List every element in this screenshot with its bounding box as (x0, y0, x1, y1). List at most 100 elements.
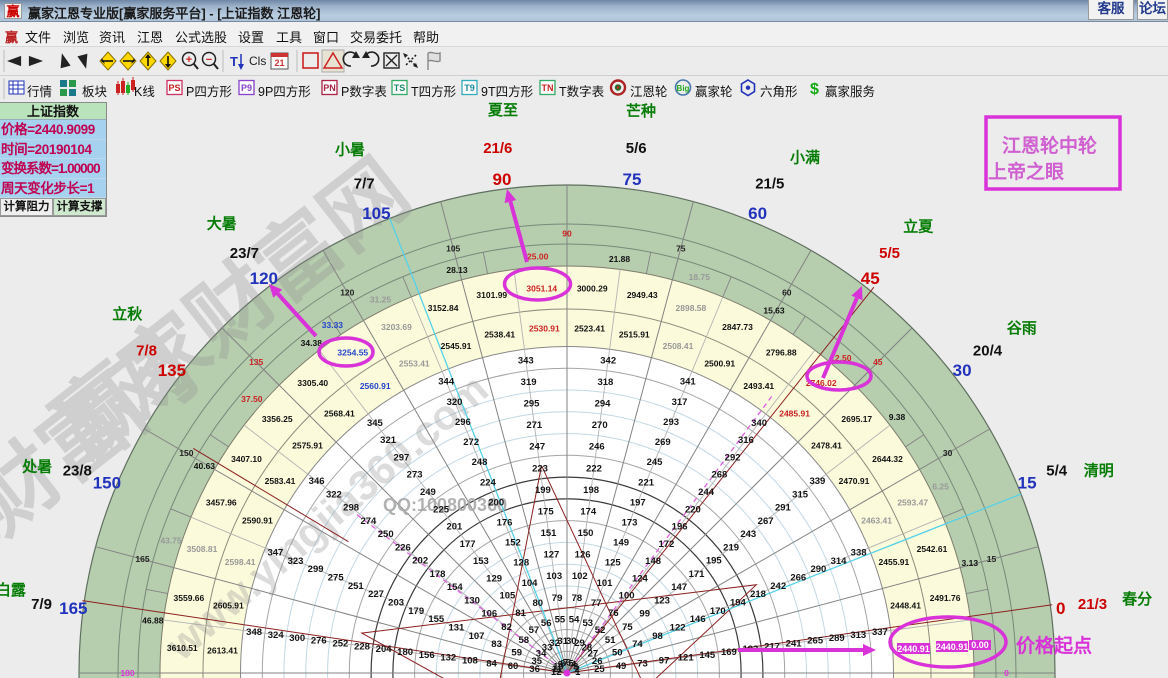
svg-text:3407.10: 3407.10 (231, 454, 262, 464)
svg-text:324: 324 (268, 630, 285, 641)
svg-text:289: 289 (829, 633, 845, 644)
svg-text:320: 320 (447, 397, 463, 408)
svg-text:2575.91: 2575.91 (292, 440, 323, 450)
svg-text:104: 104 (522, 578, 539, 589)
svg-text:芒种: 芒种 (626, 102, 656, 120)
svg-text:12: 12 (551, 667, 562, 678)
svg-text:228: 228 (354, 641, 370, 652)
svg-text:2478.41: 2478.41 (811, 440, 842, 450)
svg-text:30: 30 (953, 361, 972, 380)
svg-text:340: 340 (751, 418, 767, 429)
svg-text:43.75: 43.75 (160, 536, 182, 546)
svg-text:276: 276 (311, 636, 327, 647)
svg-text:323: 323 (288, 556, 304, 567)
svg-text:3254.55: 3254.55 (337, 347, 368, 357)
svg-text:299: 299 (308, 564, 324, 575)
svg-text:20/4: 20/4 (973, 343, 1003, 360)
svg-text:173: 173 (622, 518, 638, 529)
svg-text:222: 222 (586, 463, 602, 474)
svg-text:74: 74 (632, 639, 643, 650)
svg-text:269: 269 (655, 437, 671, 448)
svg-text:小满: 小满 (790, 148, 820, 166)
svg-text:2568.41: 2568.41 (324, 408, 355, 418)
svg-text:37.50: 37.50 (241, 394, 263, 404)
svg-text:294: 294 (595, 399, 612, 410)
svg-text:0: 0 (1004, 668, 1009, 678)
svg-text:344: 344 (438, 377, 455, 388)
svg-text:219: 219 (723, 542, 739, 553)
svg-text:0.00: 0.00 (971, 640, 989, 650)
svg-text:218: 218 (750, 589, 766, 600)
svg-text:343: 343 (518, 355, 534, 366)
svg-text:3305.40: 3305.40 (297, 378, 328, 388)
svg-text:226: 226 (395, 542, 411, 553)
svg-text:270: 270 (592, 420, 608, 431)
svg-text:2508.41: 2508.41 (663, 341, 694, 351)
svg-text:177: 177 (460, 539, 476, 550)
svg-text:2545.91: 2545.91 (441, 341, 472, 351)
svg-text:106: 106 (481, 609, 497, 620)
svg-text:274: 274 (360, 516, 377, 527)
svg-text:105: 105 (362, 204, 390, 223)
svg-text:15: 15 (987, 554, 997, 564)
svg-text:21/5: 21/5 (755, 176, 784, 193)
svg-text:221: 221 (638, 477, 655, 488)
svg-text:220: 220 (685, 504, 701, 515)
svg-text:124: 124 (632, 573, 649, 584)
svg-text:7/9: 7/9 (31, 596, 52, 613)
svg-text:179: 179 (408, 606, 424, 617)
svg-text:317: 317 (672, 397, 688, 408)
svg-text:2695.17: 2695.17 (841, 414, 872, 424)
svg-text:313: 313 (850, 630, 866, 641)
svg-text:75: 75 (623, 170, 642, 189)
svg-text:120: 120 (250, 269, 278, 288)
svg-text:300: 300 (289, 633, 305, 644)
svg-text:78: 78 (572, 593, 583, 604)
svg-text:248: 248 (472, 457, 488, 468)
svg-text:128: 128 (513, 558, 529, 569)
svg-text:23/8: 23/8 (63, 462, 92, 479)
svg-text:3610.51: 3610.51 (167, 643, 198, 653)
svg-text:33.33: 33.33 (322, 320, 344, 330)
svg-text:291: 291 (775, 503, 792, 514)
svg-text:6.25: 6.25 (932, 482, 949, 492)
svg-text:293: 293 (663, 417, 679, 428)
svg-text:2583.41: 2583.41 (265, 476, 296, 486)
svg-text:147: 147 (671, 582, 687, 593)
svg-text:2485.91: 2485.91 (779, 408, 810, 418)
svg-text:241: 241 (786, 639, 803, 650)
svg-text:275: 275 (328, 573, 345, 584)
svg-text:15: 15 (1018, 473, 1037, 492)
svg-text:36: 36 (529, 664, 540, 675)
svg-text:2796.88: 2796.88 (766, 347, 797, 357)
svg-text:上帝之眼: 上帝之眼 (988, 160, 1064, 183)
svg-text:25.00: 25.00 (527, 252, 549, 262)
svg-text:2553.41: 2553.41 (399, 358, 430, 368)
svg-text:196: 196 (672, 522, 688, 533)
svg-text:28.13: 28.13 (446, 265, 468, 275)
svg-text:346: 346 (309, 476, 325, 487)
svg-text:174: 174 (580, 507, 597, 518)
svg-text:203: 203 (388, 598, 404, 609)
svg-text:249: 249 (420, 487, 436, 498)
svg-text:345: 345 (367, 418, 384, 429)
svg-text:5/6: 5/6 (626, 140, 647, 157)
svg-text:100: 100 (619, 591, 635, 602)
svg-text:46.88: 46.88 (142, 616, 164, 626)
svg-text:145: 145 (699, 650, 716, 661)
svg-text:180: 180 (397, 647, 413, 658)
svg-text:102: 102 (572, 571, 588, 582)
svg-text:60: 60 (748, 204, 767, 223)
svg-text:59: 59 (511, 648, 522, 659)
svg-text:白露: 白露 (0, 581, 27, 599)
svg-text:268: 268 (711, 470, 727, 481)
svg-text:2523.41: 2523.41 (574, 324, 605, 334)
svg-text:156: 156 (419, 650, 435, 661)
svg-text:春分: 春分 (1122, 590, 1152, 608)
svg-text:169: 169 (721, 647, 737, 658)
svg-text:9.38: 9.38 (889, 412, 906, 422)
svg-text:105: 105 (499, 591, 516, 602)
svg-text:172: 172 (658, 539, 674, 550)
svg-text:21/6: 21/6 (483, 140, 512, 157)
svg-text:45: 45 (873, 357, 883, 367)
